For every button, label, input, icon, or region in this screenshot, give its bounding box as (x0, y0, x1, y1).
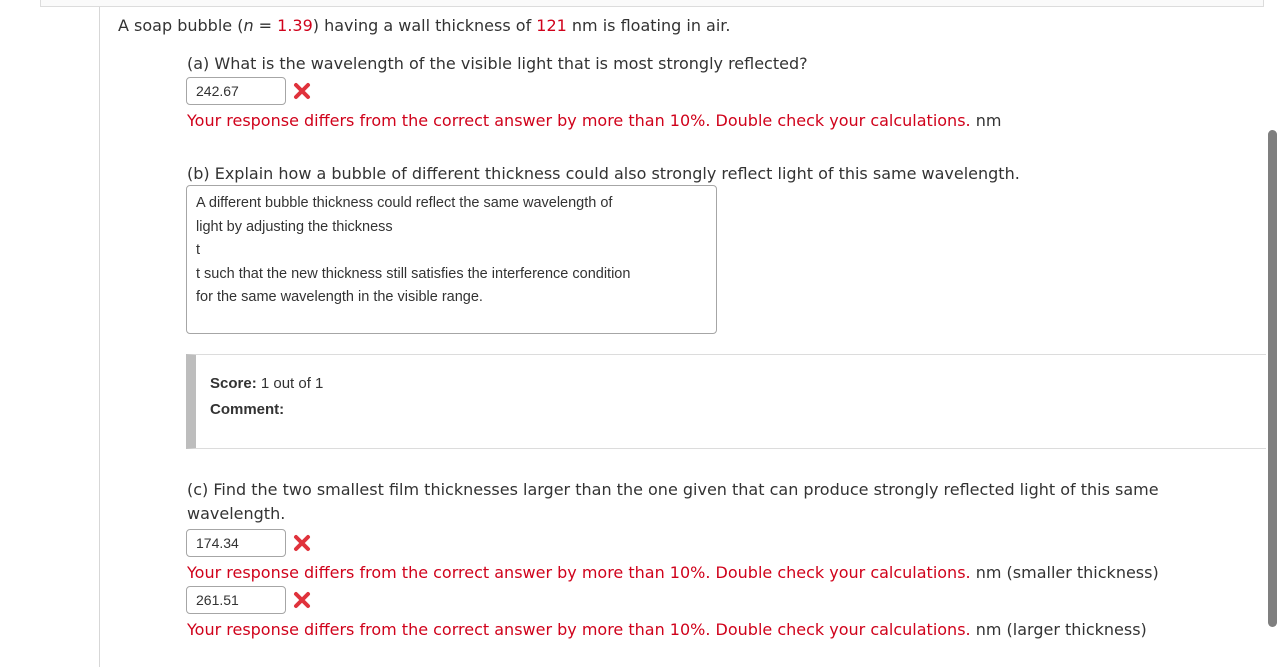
top-panel-edge (40, 0, 1264, 7)
part-a-answer-input[interactable]: 242.67 (186, 77, 286, 105)
response-line: t (196, 242, 201, 258)
thickness-value: 121 (536, 16, 567, 35)
question-text: A soap bubble (n = 1.39) having a wall t… (118, 16, 731, 35)
incorrect-x-icon (292, 81, 312, 101)
part-c-smaller-thickness-input[interactable]: 174.34 (186, 529, 286, 557)
part-c-answer2-row: 261.51 (186, 585, 312, 615)
response-line: t such that the new thickness still sati… (196, 265, 631, 282)
part-a-prompt: (a) What is the wavelength of the visibl… (187, 54, 808, 73)
response-line: for the same wavelength in the visible r… (196, 289, 483, 305)
response-line: light by adjusting the thickness (196, 218, 393, 235)
part-b-prompt: (b) Explain how a bubble of different th… (187, 164, 1020, 183)
response-line: A different bubble thickness could refle… (196, 195, 613, 211)
part-c-feedback2: Your response differs from the correct a… (187, 620, 1147, 639)
score-text: Score: 1 out of 1 (210, 375, 324, 392)
score-panel: Score: 1 out of 1 Comment: (186, 354, 1266, 449)
part-c-larger-thickness-input[interactable]: 261.51 (186, 586, 286, 614)
part-a-feedback: Your response differs from the correct a… (187, 111, 1002, 130)
comment-label: Comment: (210, 401, 285, 418)
part-a-answer-row: 242.67 (186, 76, 312, 106)
refractive-index-value: 1.39 (277, 16, 313, 35)
incorrect-x-icon (292, 533, 312, 553)
part-c-prompt: (c) Find the two smallest film thickness… (187, 480, 1159, 523)
part-c-feedback1: Your response differs from the correct a… (187, 563, 1159, 582)
part-b-response-textarea[interactable]: A different bubble thickness could refle… (186, 185, 717, 334)
incorrect-x-icon (292, 590, 312, 610)
vertical-scrollbar[interactable] (1268, 130, 1277, 627)
part-c-answer1-row: 174.34 (186, 528, 312, 558)
